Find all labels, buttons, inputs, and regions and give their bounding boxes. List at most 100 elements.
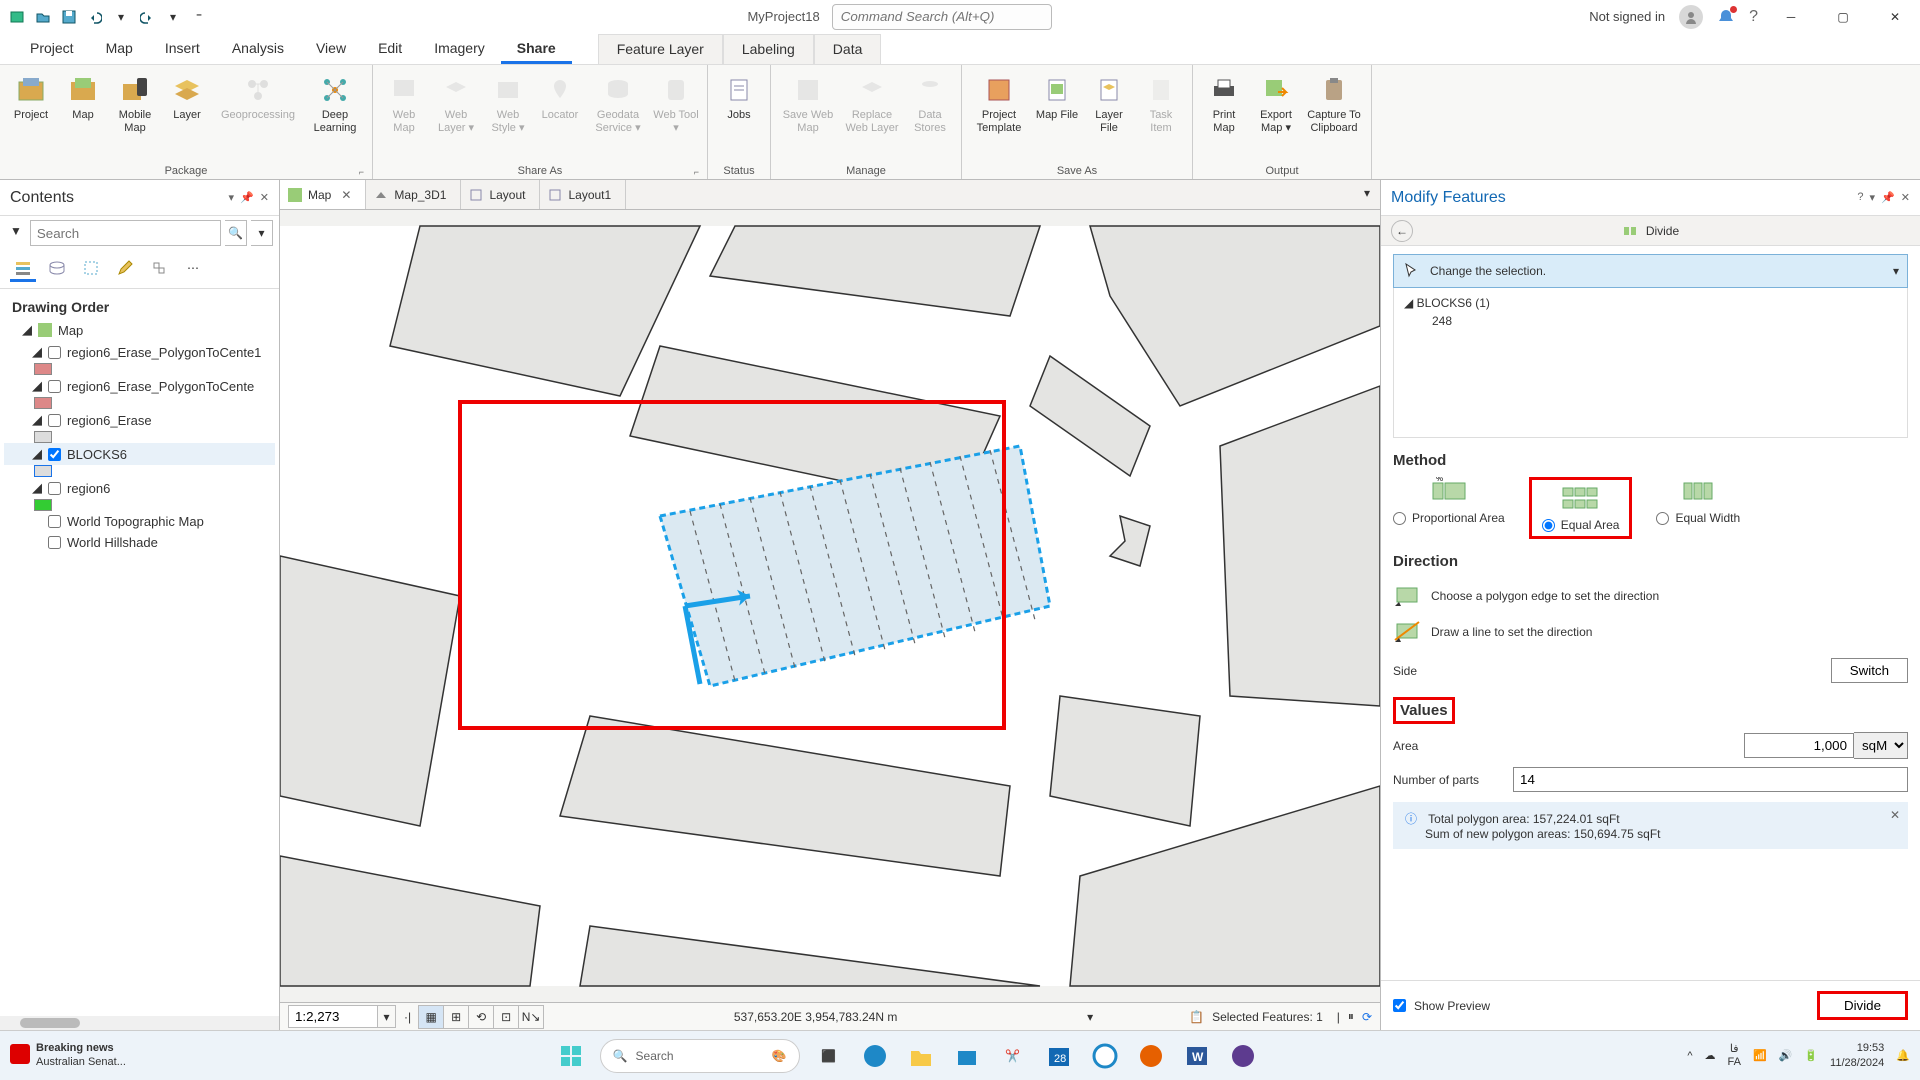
toc-tab-source[interactable] bbox=[44, 256, 70, 282]
view-tabs-dropdown[interactable]: ▾ bbox=[1354, 180, 1380, 209]
explorer-icon[interactable] bbox=[904, 1039, 938, 1073]
direction-line[interactable]: Draw a line to set the direction bbox=[1393, 614, 1908, 650]
tab-map[interactable]: Map bbox=[90, 34, 149, 64]
close-button[interactable]: ✕ bbox=[1876, 2, 1914, 32]
direction-edge[interactable]: Choose a polygon edge to set the directi… bbox=[1393, 578, 1908, 614]
ribbon-locator[interactable]: Locator bbox=[535, 69, 585, 126]
parts-input[interactable] bbox=[1513, 767, 1908, 792]
search-input[interactable] bbox=[30, 220, 221, 246]
sb-grid-btn[interactable]: ▦ bbox=[418, 1005, 444, 1029]
toc-tab-editing[interactable] bbox=[112, 256, 138, 282]
ribbon-print-map[interactable]: Print Map bbox=[1199, 69, 1249, 139]
open-project-icon[interactable] bbox=[32, 6, 54, 28]
close-icon[interactable]: ✕ bbox=[1901, 191, 1910, 204]
battery-icon[interactable]: 🔋 bbox=[1804, 1049, 1818, 1062]
toc-layer-hillshade[interactable]: World Hillshade bbox=[4, 532, 275, 553]
scale-input[interactable] bbox=[289, 1006, 377, 1027]
chevron-down-icon[interactable]: ▾ bbox=[1893, 264, 1899, 278]
toc-layer-topo[interactable]: World Topographic Map bbox=[4, 511, 275, 532]
pin-icon[interactable]: 📌 bbox=[1881, 191, 1895, 204]
pause-icon[interactable]: ⏸ bbox=[1348, 1009, 1354, 1024]
show-preview-checkbox[interactable] bbox=[1393, 999, 1406, 1012]
ribbon-web-style[interactable]: Web Style ▾ bbox=[483, 69, 533, 139]
news-widget[interactable]: Breaking news Australian Senat... bbox=[10, 1042, 126, 1068]
tab-view[interactable]: View bbox=[300, 34, 362, 64]
ribbon-geoprocessing[interactable]: Geoprocessing bbox=[214, 69, 302, 126]
save-icon[interactable] bbox=[58, 6, 80, 28]
horizontal-scrollbar[interactable] bbox=[0, 1016, 279, 1030]
ribbon-layer-file[interactable]: Layer File bbox=[1084, 69, 1134, 139]
pin-icon[interactable]: 📌 bbox=[240, 191, 254, 204]
toc-tab-drawing-order[interactable] bbox=[10, 256, 36, 282]
signin-label[interactable]: Not signed in bbox=[1589, 9, 1665, 24]
chevron-down-icon[interactable]: ▾ bbox=[1870, 191, 1876, 204]
tab-analysis[interactable]: Analysis bbox=[216, 34, 300, 64]
notifications-icon[interactable] bbox=[1717, 8, 1735, 26]
tab-imagery[interactable]: Imagery bbox=[418, 34, 501, 64]
firefox-icon[interactable] bbox=[1134, 1039, 1168, 1073]
tab-data[interactable]: Data bbox=[814, 34, 882, 64]
ribbon-jobs[interactable]: Jobs bbox=[714, 69, 764, 126]
undo-dropdown-icon[interactable]: ▾ bbox=[110, 6, 132, 28]
method-proportional[interactable]: % Proportional Area bbox=[1393, 477, 1505, 539]
start-button[interactable] bbox=[554, 1039, 588, 1073]
taskbar-search[interactable]: 🔍Search🎨 bbox=[600, 1039, 800, 1073]
toc-layer-region6[interactable]: ◢region6 bbox=[4, 477, 275, 499]
filter-icon[interactable]: ▼ bbox=[6, 220, 26, 246]
chevron-down-icon[interactable]: ▾ bbox=[229, 191, 235, 204]
ribbon-web-tool[interactable]: Web Tool ▾ bbox=[651, 69, 701, 139]
ribbon-geodata-service[interactable]: Geodata Service ▾ bbox=[587, 69, 649, 139]
ribbon-layer-package[interactable]: Layer bbox=[162, 69, 212, 126]
dialog-launcher-icon[interactable]: ⌐ bbox=[694, 167, 699, 177]
ribbon-map-file[interactable]: Map File bbox=[1032, 69, 1082, 126]
switch-button[interactable]: Switch bbox=[1831, 658, 1908, 683]
divide-button[interactable]: Divide bbox=[1817, 991, 1908, 1020]
wifi-icon[interactable]: 📶 bbox=[1753, 1049, 1767, 1062]
sb-inference-btn[interactable]: ⊡ bbox=[493, 1005, 519, 1029]
ribbon-mobile-map[interactable]: Mobile Map bbox=[110, 69, 160, 139]
ribbon-data-stores[interactable]: Data Stores bbox=[905, 69, 955, 139]
tab-insert[interactable]: Insert bbox=[149, 34, 216, 64]
app-icon[interactable] bbox=[1226, 1039, 1260, 1073]
calendar-icon[interactable]: 28 bbox=[1042, 1039, 1076, 1073]
redo-dropdown-icon[interactable]: ▾ bbox=[162, 6, 184, 28]
toc-tab-snapping[interactable] bbox=[146, 256, 172, 282]
view-tab-layout[interactable]: Layout bbox=[461, 180, 540, 209]
ribbon-project-template[interactable]: Project Template bbox=[968, 69, 1030, 139]
redo-icon[interactable] bbox=[136, 6, 158, 28]
task-view-icon[interactable]: ⬛ bbox=[812, 1039, 846, 1073]
store-icon[interactable] bbox=[950, 1039, 984, 1073]
back-button[interactable]: ← bbox=[1391, 220, 1413, 242]
map-canvas[interactable] bbox=[280, 210, 1380, 1002]
minimize-button[interactable]: ─ bbox=[1772, 2, 1810, 32]
close-icon[interactable]: ✕ bbox=[260, 191, 269, 204]
ribbon-export-map[interactable]: Export Map ▾ bbox=[1251, 69, 1301, 139]
close-icon[interactable]: ✕ bbox=[341, 188, 351, 202]
toc-tab-more[interactable]: ⋯ bbox=[180, 256, 206, 282]
taskbar-left[interactable]: Breaking news Australian Senat... bbox=[10, 1042, 126, 1068]
copilot-icon[interactable] bbox=[1088, 1039, 1122, 1073]
coords-dropdown-icon[interactable]: ▾ bbox=[1087, 1010, 1093, 1024]
edge-icon[interactable] bbox=[858, 1039, 892, 1073]
notifications-icon[interactable]: 🔔 bbox=[1896, 1049, 1910, 1062]
ribbon-save-webmap[interactable]: Save Web Map bbox=[777, 69, 839, 139]
qat-customize-icon[interactable]: ⁼ bbox=[188, 6, 210, 28]
ribbon-deep-learning[interactable]: Deep Learning bbox=[304, 69, 366, 139]
toc-layer-region6-1[interactable]: ◢region6_Erase_PolygonToCente1 bbox=[4, 341, 275, 363]
change-selection-bar[interactable]: Change the selection. ▾ bbox=[1393, 254, 1908, 288]
view-tab-map3d[interactable]: Map_3D1 bbox=[366, 180, 461, 209]
method-equal-width[interactable]: Equal Width bbox=[1656, 477, 1740, 539]
toc-layer-blocks6[interactable]: ◢BLOCKS6 bbox=[4, 443, 275, 465]
sb-snap-btn[interactable]: ⊞ bbox=[443, 1005, 469, 1029]
view-tab-map[interactable]: Map✕ bbox=[280, 180, 366, 209]
view-tab-layout1[interactable]: Layout1 bbox=[540, 180, 626, 209]
tab-labeling[interactable]: Labeling bbox=[723, 34, 814, 64]
avatar-icon[interactable] bbox=[1679, 5, 1703, 29]
ribbon-replace-weblayer[interactable]: Replace Web Layer bbox=[841, 69, 903, 139]
word-icon[interactable]: W bbox=[1180, 1039, 1214, 1073]
toc-layer-region6-erase[interactable]: ◢region6_Erase bbox=[4, 409, 275, 431]
tab-share[interactable]: Share bbox=[501, 34, 572, 64]
tab-project[interactable]: Project bbox=[14, 34, 90, 64]
ribbon-project-package[interactable]: Project bbox=[6, 69, 56, 126]
help-icon[interactable]: ? bbox=[1749, 8, 1758, 26]
